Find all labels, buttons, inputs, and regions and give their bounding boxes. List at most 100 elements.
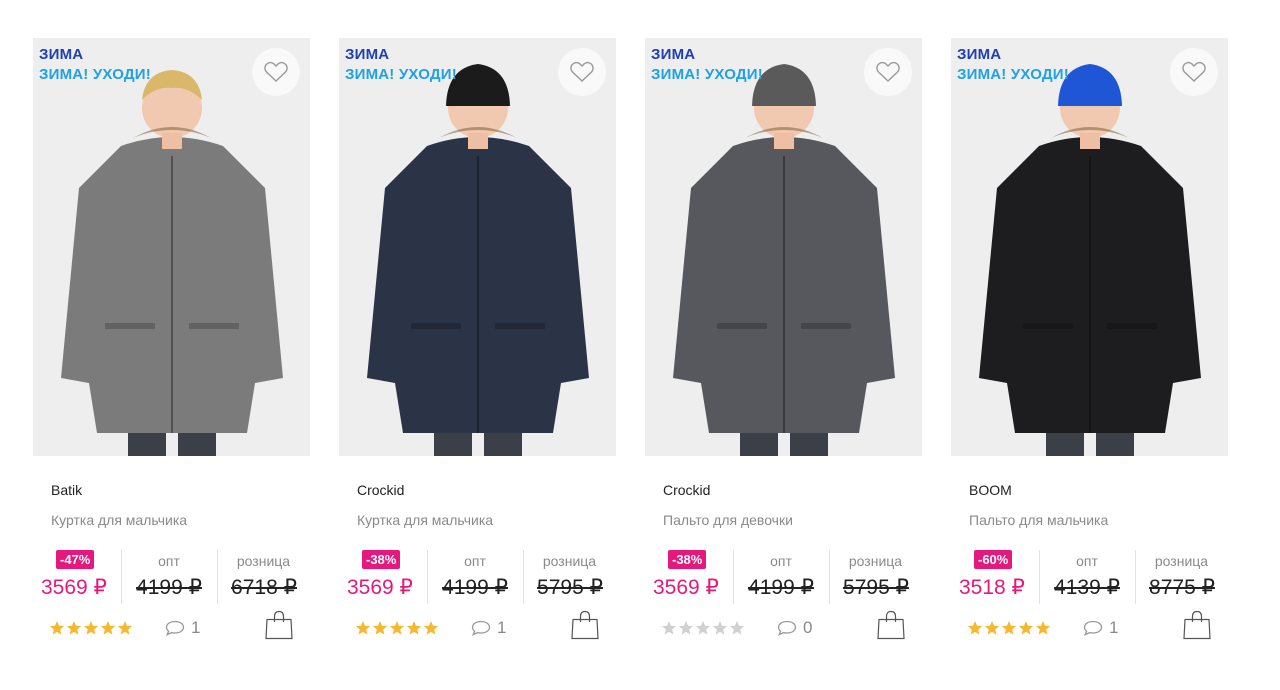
price-block: -60% 3518 ₽ опт 4139 ₽ розница 8775 ₽ xyxy=(951,548,1228,604)
current-price: 3569 ₽ xyxy=(41,576,107,599)
comment-count: 1 xyxy=(1109,618,1119,637)
favorite-button[interactable] xyxy=(1170,48,1218,96)
product-title[interactable]: Куртка для мальчика xyxy=(357,512,493,528)
promo-tag: ЗИМА! УХОДИ! xyxy=(651,66,763,83)
tags-overlay: ЗИМА ЗИМА! УХОДИ! xyxy=(345,46,457,84)
product-title[interactable]: Пальто для девочки xyxy=(663,512,793,528)
child-in-coat-image xyxy=(979,64,1201,456)
star-icon xyxy=(389,621,405,635)
star-icon xyxy=(423,621,439,635)
heart-outline-icon xyxy=(264,61,288,82)
brand-name[interactable]: Batik xyxy=(51,482,82,498)
retail-label: розница xyxy=(236,553,291,569)
comments-link[interactable]: 0 xyxy=(777,618,812,638)
speech-bubble-icon xyxy=(471,620,491,636)
star-icon xyxy=(83,621,99,635)
tags-overlay: ЗИМА ЗИМА! УХОДИ! xyxy=(957,46,1069,84)
star-icon xyxy=(117,621,133,635)
current-price: 3518 ₽ xyxy=(959,576,1025,599)
comments-link[interactable]: 1 xyxy=(471,618,506,638)
star-icon xyxy=(49,621,65,635)
product-photo[interactable]: ЗИМА ЗИМА! УХОДИ! xyxy=(339,38,616,456)
retail-price: 5795 ₽ xyxy=(843,576,909,599)
star-icon xyxy=(695,621,711,635)
heart-outline-icon xyxy=(570,61,594,82)
current-price: 3569 ₽ xyxy=(653,576,719,599)
product-card: ЗИМА ЗИМА! УХОДИ! Crockid Куртка для мальчи… xyxy=(339,38,616,658)
product-photo[interactable]: ЗИМА ЗИМА! УХОДИ! xyxy=(645,38,922,456)
discount-badge: -60% xyxy=(974,550,1013,569)
brand-name[interactable]: Crockid xyxy=(663,482,710,498)
comments-link[interactable]: 1 xyxy=(165,618,200,638)
price-block: -38% 3569 ₽ опт 4199 ₽ розница 5795 ₽ xyxy=(645,548,922,604)
discount-badge: -47% xyxy=(56,550,95,569)
opt-label: опт xyxy=(770,553,792,569)
speech-bubble-icon xyxy=(777,620,797,636)
child-in-coat-image xyxy=(61,70,283,456)
shopping-bag-icon[interactable] xyxy=(571,610,599,640)
product-photo[interactable]: ЗИМА ЗИМА! УХОДИ! xyxy=(951,38,1228,456)
retail-label: розница xyxy=(542,553,597,569)
star-icon xyxy=(1018,621,1034,635)
shopping-bag-icon[interactable] xyxy=(877,610,905,640)
product-card: ЗИМА ЗИМА! УХОДИ! Crockid Пальто для девочк… xyxy=(645,38,922,658)
comment-count: 1 xyxy=(191,618,201,637)
child-in-coat-image xyxy=(673,64,895,456)
discount-badge: -38% xyxy=(668,550,707,569)
current-price: 3569 ₽ xyxy=(347,576,413,599)
product-title[interactable]: Куртка для мальчика xyxy=(51,512,187,528)
star-icon xyxy=(406,621,422,635)
retail-label: розница xyxy=(1154,553,1209,569)
star-icon xyxy=(661,621,677,635)
price-block: -38% 3569 ₽ опт 4199 ₽ розница 5795 ₽ xyxy=(339,548,616,604)
promo-tag: ЗИМА! УХОДИ! xyxy=(39,66,151,83)
star-icon xyxy=(100,621,116,635)
rating-stars xyxy=(355,620,439,636)
brand-name[interactable]: BOOM xyxy=(969,482,1012,498)
season-tag: ЗИМА xyxy=(651,46,696,63)
comment-count: 1 xyxy=(497,618,507,637)
opt-price: 4139 ₽ xyxy=(1054,576,1120,599)
opt-label: опт xyxy=(464,553,486,569)
rating-stars xyxy=(967,620,1051,636)
opt-price: 4199 ₽ xyxy=(136,576,202,599)
tags-overlay: ЗИМА ЗИМА! УХОДИ! xyxy=(651,46,763,84)
tags-overlay: ЗИМА ЗИМА! УХОДИ! xyxy=(39,46,151,84)
season-tag: ЗИМА xyxy=(957,46,1002,63)
product-card: ЗИМА ЗИМА! УХОДИ! BOOM Пальто для мальчика -… xyxy=(951,38,1228,658)
shopping-bag-icon[interactable] xyxy=(265,610,293,640)
retail-label: розница xyxy=(848,553,903,569)
star-icon xyxy=(729,621,745,635)
star-icon xyxy=(1035,621,1051,635)
favorite-button[interactable] xyxy=(864,48,912,96)
product-grid: ЗИМА ЗИМА! УХОДИ! Batik Куртка для мальчика… xyxy=(33,38,1233,658)
season-tag: ЗИМА xyxy=(39,46,84,63)
product-photo[interactable]: ЗИМА ЗИМА! УХОДИ! xyxy=(33,38,310,456)
promo-tag: ЗИМА! УХОДИ! xyxy=(345,66,457,83)
star-icon xyxy=(984,621,1000,635)
retail-price: 5795 ₽ xyxy=(537,576,603,599)
rating-stars xyxy=(661,620,745,636)
star-icon xyxy=(967,621,983,635)
product-card: ЗИМА ЗИМА! УХОДИ! Batik Куртка для мальчика… xyxy=(33,38,310,658)
shopping-bag-icon[interactable] xyxy=(1183,610,1211,640)
heart-outline-icon xyxy=(876,61,900,82)
opt-price: 4199 ₽ xyxy=(442,576,508,599)
brand-name[interactable]: Crockid xyxy=(357,482,404,498)
season-tag: ЗИМА xyxy=(345,46,390,63)
opt-label: опт xyxy=(1076,553,1098,569)
retail-price: 6718 ₽ xyxy=(231,576,297,599)
promo-tag: ЗИМА! УХОДИ! xyxy=(957,66,1069,83)
discount-badge: -38% xyxy=(362,550,401,569)
favorite-button[interactable] xyxy=(252,48,300,96)
speech-bubble-icon xyxy=(1083,620,1103,636)
favorite-button[interactable] xyxy=(558,48,606,96)
star-icon xyxy=(66,621,82,635)
star-icon xyxy=(678,621,694,635)
star-icon xyxy=(712,621,728,635)
speech-bubble-icon xyxy=(165,620,185,636)
product-title[interactable]: Пальто для мальчика xyxy=(969,512,1108,528)
comments-link[interactable]: 1 xyxy=(1083,618,1118,638)
star-icon xyxy=(1001,621,1017,635)
rating-stars xyxy=(49,620,133,636)
